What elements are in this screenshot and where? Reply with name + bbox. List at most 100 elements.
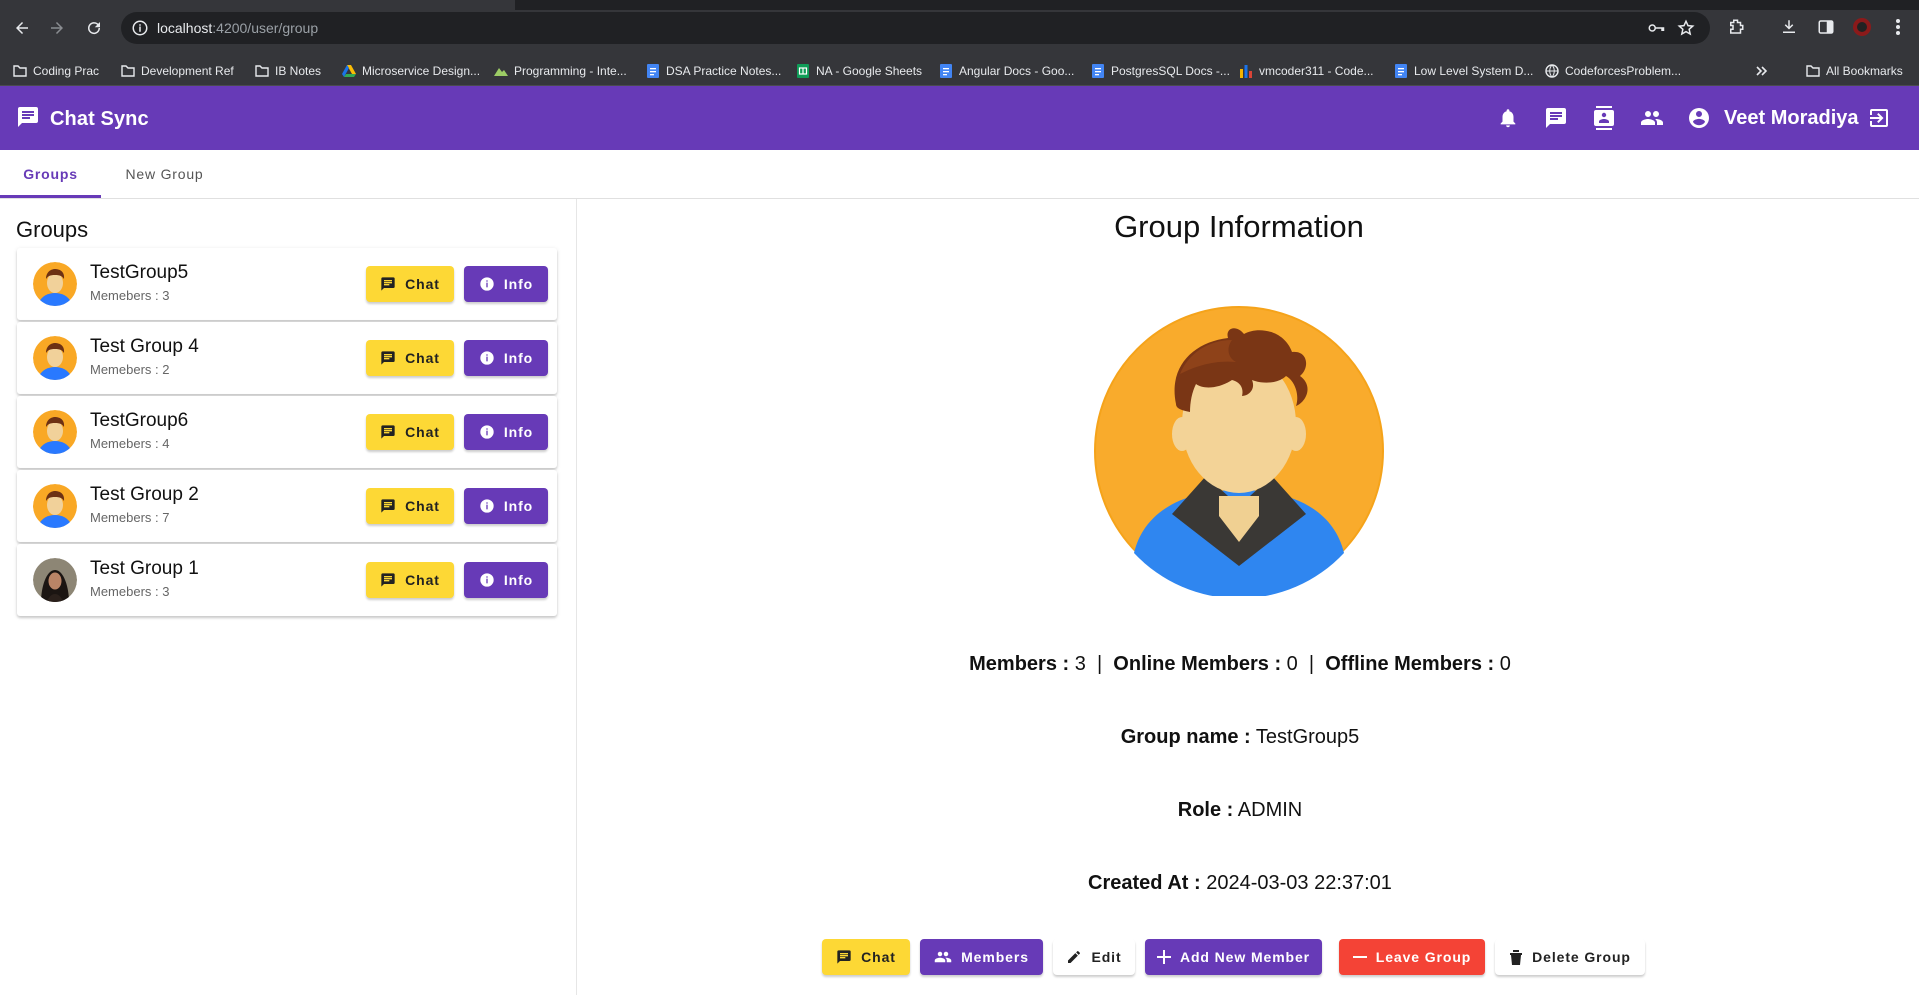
account-circle-icon[interactable]: [1686, 105, 1712, 131]
group-card: Test Group 1 Memebers : 3 Chat Info: [17, 544, 557, 616]
side-panel-icon[interactable]: [1813, 14, 1839, 40]
browser-tab[interactable]: [0, 0, 515, 10]
site-info-icon[interactable]: [131, 19, 149, 42]
extensions-icon[interactable]: [1723, 14, 1749, 40]
bookmark-item[interactable]: Microservice Design...: [342, 63, 480, 79]
group-member-stats: Members : 3 | Online Members : 0 | Offli…: [969, 653, 1511, 675]
bookmark-item[interactable]: Development Ref: [121, 63, 234, 79]
chat-button[interactable]: Chat: [822, 939, 910, 975]
chat-icon: [380, 572, 396, 588]
bookmark-item[interactable]: Programming - Inte...: [494, 63, 627, 79]
group-chat-button[interactable]: Chat: [366, 562, 454, 598]
trash-icon: [1509, 949, 1523, 965]
profile-icon[interactable]: [1849, 14, 1875, 40]
add-new-member-button[interactable]: Add New Member: [1145, 939, 1322, 975]
offline-members-count: 0: [1499, 653, 1511, 675]
app-title: Chat Sync: [50, 108, 149, 130]
chat-icon: [380, 350, 396, 366]
chrome-menu-icon[interactable]: [1885, 14, 1911, 40]
bookmark-item[interactable]: IB Notes: [255, 63, 321, 79]
edit-button[interactable]: Edit: [1053, 939, 1135, 975]
browser-toolbar: localhost:4200/user/group: [0, 0, 1919, 55]
group-chat-button[interactable]: Chat: [366, 340, 454, 376]
group-info-button[interactable]: Info: [464, 562, 548, 598]
plus-icon: [1156, 950, 1171, 964]
groups-icon[interactable]: [1639, 105, 1665, 131]
chat-icon: [836, 949, 852, 965]
group-info-button[interactable]: Info: [464, 488, 548, 524]
download-icon[interactable]: [1776, 14, 1802, 40]
info-icon: [479, 572, 495, 588]
folder-icon: [255, 64, 269, 78]
online-members-count: 0: [1286, 653, 1298, 675]
bookmark-item[interactable]: Angular Docs - Goo...: [939, 63, 1074, 79]
group-chat-button[interactable]: Chat: [366, 488, 454, 524]
bookmark-item[interactable]: PostgresSQL Docs -...: [1091, 63, 1230, 79]
contacts-icon[interactable]: [1591, 105, 1617, 131]
group-chat-button[interactable]: Chat: [366, 414, 454, 450]
info-icon: [479, 424, 495, 440]
minus-icon: [1352, 950, 1367, 964]
group-card: TestGroup5 Memebers : 3 Chat Info: [17, 248, 557, 320]
docs-icon: [1091, 64, 1105, 78]
bookmark-item[interactable]: Coding Prac: [13, 63, 99, 79]
members-count: 3: [1074, 653, 1086, 675]
password-key-icon[interactable]: [1646, 19, 1666, 42]
group-card: Test Group 4 Memebers : 2 Chat Info: [17, 322, 557, 394]
group-card: Test Group 2 Memebers : 7 Chat Info: [17, 470, 557, 542]
group-name-row: Group name : TestGroup5: [1120, 726, 1360, 748]
group-name: Test Group 2: [90, 484, 199, 505]
group-info-button[interactable]: Info: [464, 340, 548, 376]
address-bar[interactable]: localhost:4200/user/group: [121, 12, 1710, 44]
tab-new-group[interactable]: New Group: [101, 150, 228, 198]
bookmark-item[interactable]: DSA Practice Notes...: [646, 63, 781, 79]
drive-icon: [342, 64, 356, 78]
info-icon: [479, 498, 495, 514]
url-text: localhost:4200/user/group: [157, 20, 319, 36]
edit-pencil-icon: [1066, 949, 1082, 965]
back-icon[interactable]: [8, 14, 36, 42]
group-info-button[interactable]: Info: [464, 266, 548, 302]
group-name: Test Group 4: [90, 336, 199, 357]
forward-icon[interactable]: [43, 14, 71, 42]
group-info-button[interactable]: Info: [464, 414, 548, 450]
group-role-value: ADMIN: [1237, 799, 1303, 821]
bookmarks-overflow-icon[interactable]: [1756, 63, 1768, 79]
group-card: TestGroup6 Memebers : 4 Chat Info: [17, 396, 557, 468]
bookmark-star-icon[interactable]: [1677, 19, 1695, 42]
folder-icon: [13, 64, 27, 78]
group-members-count: Memebers : 4: [90, 436, 170, 451]
group-name-value: TestGroup5: [1255, 726, 1360, 748]
active-tab-indicator: [0, 195, 101, 198]
group-avatar: [33, 336, 77, 380]
messages-icon[interactable]: [1543, 105, 1569, 131]
group-avatar: [33, 410, 77, 454]
members-button[interactable]: Members: [920, 939, 1043, 975]
app-brand[interactable]: Chat Sync: [16, 105, 149, 134]
info-icon: [479, 350, 495, 366]
panel-title: Groups: [16, 217, 89, 242]
group-role-row: Role : ADMIN: [1177, 799, 1303, 821]
bookmark-item[interactable]: CodeforcesProblem...: [1545, 63, 1681, 79]
group-chat-button[interactable]: Chat: [366, 266, 454, 302]
logout-icon[interactable]: [1866, 105, 1892, 131]
reload-icon[interactable]: [80, 14, 108, 42]
codeforces-icon: [1239, 64, 1253, 78]
bookmark-item[interactable]: Low Level System D...: [1394, 63, 1533, 79]
bookmark-item[interactable]: vmcoder311 - Code...: [1239, 63, 1374, 79]
group-created-row: Created At : 2024-03-03 22:37:01: [1088, 872, 1392, 894]
bookmark-item[interactable]: NA - Google Sheets: [796, 63, 922, 79]
leave-group-button[interactable]: Leave Group: [1339, 939, 1485, 975]
folder-icon: [121, 64, 135, 78]
docs-icon: [1394, 64, 1408, 78]
delete-group-button[interactable]: Delete Group: [1495, 939, 1645, 975]
group-members-count: Memebers : 3: [90, 288, 170, 303]
site-icon: [494, 64, 508, 78]
group-name: TestGroup6: [90, 410, 189, 431]
user-name[interactable]: Veet Moradiya: [1724, 107, 1859, 130]
all-bookmarks-item[interactable]: All Bookmarks: [1806, 63, 1903, 79]
group-photo-avatar: [33, 558, 77, 602]
tab-groups[interactable]: Groups: [0, 150, 101, 198]
notifications-icon[interactable]: [1495, 105, 1521, 131]
group-avatar: [33, 262, 77, 306]
